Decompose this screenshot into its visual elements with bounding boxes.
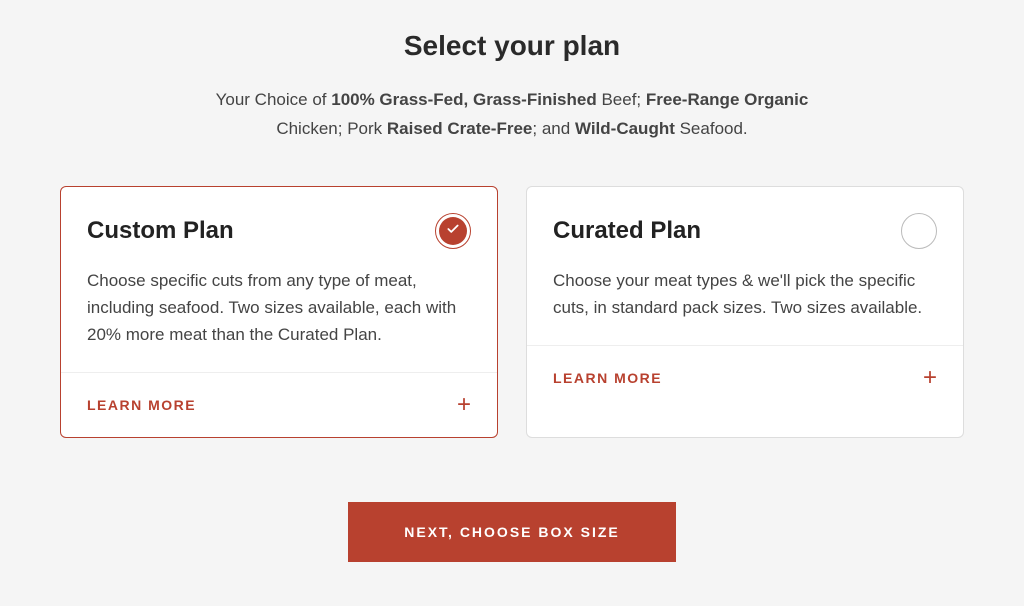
plus-icon: + xyxy=(923,364,937,392)
subtitle-text: Beef; xyxy=(597,90,646,109)
page-title: Select your plan xyxy=(404,30,620,62)
subtitle-text: ; and xyxy=(532,119,575,138)
plan-description: Choose specific cuts from any type of me… xyxy=(87,267,471,349)
plus-icon: + xyxy=(457,391,471,419)
learn-more-row[interactable]: Learn More + xyxy=(61,372,497,437)
subtitle-bold: 100% Grass-Fed, Grass-Finished xyxy=(331,90,597,109)
radio-unselected[interactable] xyxy=(901,213,937,249)
check-icon xyxy=(446,222,460,239)
subtitle-bold: Free-Range Organic xyxy=(646,90,809,109)
subtitle-text: Chicken; Pork xyxy=(276,119,387,138)
learn-more-row[interactable]: Learn More + xyxy=(527,345,963,410)
subtitle: Your Choice of 100% Grass-Fed, Grass-Fin… xyxy=(192,86,832,144)
plans-row: Custom Plan Choose specific cuts from an… xyxy=(60,186,964,439)
subtitle-text: Your Choice of xyxy=(216,90,332,109)
plan-card-custom[interactable]: Custom Plan Choose specific cuts from an… xyxy=(60,186,498,439)
plan-description: Choose your meat types & we'll pick the … xyxy=(553,267,937,321)
subtitle-bold: Wild-Caught xyxy=(575,119,675,138)
next-button[interactable]: Next, Choose Box Size xyxy=(348,502,675,562)
radio-selected[interactable] xyxy=(435,213,471,249)
learn-more-label: Learn More xyxy=(87,397,196,413)
subtitle-text: Seafood. xyxy=(675,119,748,138)
plan-title: Custom Plan xyxy=(87,217,234,245)
plan-title: Curated Plan xyxy=(553,217,701,245)
plan-card-curated[interactable]: Curated Plan Choose your meat types & we… xyxy=(526,186,964,439)
learn-more-label: Learn More xyxy=(553,370,662,386)
subtitle-bold: Raised Crate-Free xyxy=(387,119,533,138)
